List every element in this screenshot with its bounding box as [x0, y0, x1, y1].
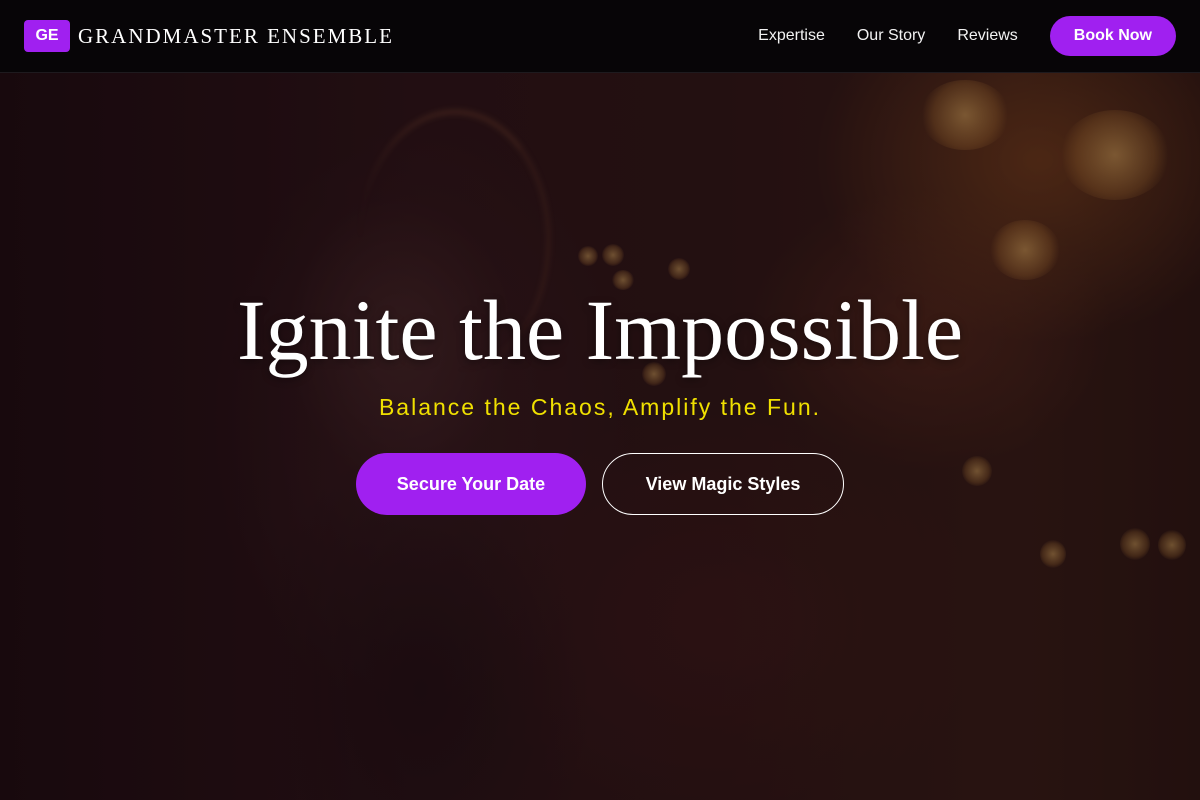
top-navbar: GE GRANDMASTER ENSEMBLE Expertise Our St… [0, 0, 1200, 73]
book-now-button[interactable]: Book Now [1049, 16, 1176, 56]
hero-actions: Secure Your Date View Magic Styles [356, 453, 844, 515]
hero-title: Ignite the Impossible [236, 282, 964, 378]
hero-subtitle: Balance the Chaos, Amplify the Fun. [378, 394, 822, 420]
brand-logo[interactable]: GE GRANDMASTER ENSEMBLE [24, 20, 394, 52]
hero-section: Ignite the Impossible Balance the Chaos,… [0, 280, 1200, 515]
view-magic-styles-button[interactable]: View Magic Styles [602, 453, 844, 515]
nav-link-reviews[interactable]: Reviews [957, 27, 1017, 45]
brand-badge: GE [24, 20, 70, 52]
nav-link-expertise[interactable]: Expertise [758, 27, 825, 45]
brand-name: GRANDMASTER ENSEMBLE [78, 23, 394, 48]
secure-your-date-button[interactable]: Secure Your Date [356, 453, 586, 515]
nav-link-our-story[interactable]: Our Story [857, 27, 925, 45]
main-nav: Expertise Our Story Reviews Book Now [758, 16, 1176, 56]
